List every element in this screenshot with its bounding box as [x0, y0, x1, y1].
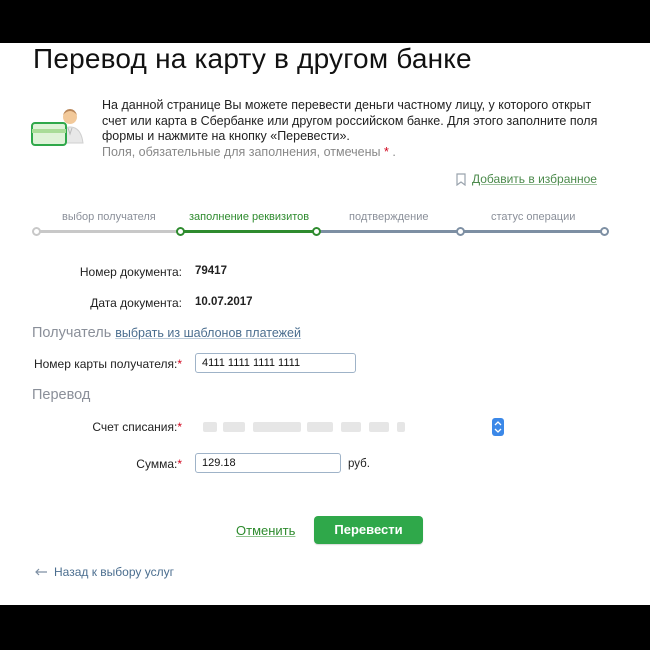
submit-button[interactable]: Перевести — [314, 516, 423, 544]
back-link[interactable]: Назад к выбору услуг — [34, 565, 174, 579]
document-number-value: 79417 — [195, 265, 227, 277]
required-note-text: Поля, обязательные для заполнения, отмеч… — [102, 144, 381, 159]
amount-label-text: Сумма: — [136, 457, 178, 471]
step-label-status: статус операции — [491, 211, 576, 223]
step-label-fill-details: заполнение реквизитов — [189, 211, 310, 223]
masked-segment — [397, 422, 405, 432]
step-dot-5 — [600, 227, 609, 236]
account-row: Счет списания:* — [0, 417, 650, 439]
account-select[interactable] — [195, 418, 504, 436]
document-date-label: Дата документа: — [90, 296, 182, 310]
masked-segment — [369, 422, 389, 432]
transfer-section-title: Перевод — [32, 387, 91, 403]
user-card-icon — [30, 107, 92, 151]
required-note: Поля, обязательные для заполнения, отмеч… — [102, 145, 396, 159]
step-dot-2 — [176, 227, 185, 236]
required-mark: * — [177, 357, 182, 371]
intro-description: На данной странице Вы можете перевести д… — [102, 98, 598, 143]
masked-segment — [307, 422, 333, 432]
amount-input[interactable]: 129.18 — [195, 453, 341, 473]
account-label-text: Счет списания: — [92, 420, 178, 434]
step-dot-4 — [456, 227, 465, 236]
masked-segment — [223, 422, 245, 432]
step-line-done — [36, 230, 180, 233]
document-number-label: Номер документа: — [79, 265, 182, 279]
document-number-row: Номер документа: 79417 — [0, 265, 650, 281]
cancel-link[interactable]: Отменить — [236, 523, 295, 538]
card-number-row: Номер карты получателя:* 4111 1111 1111 … — [0, 353, 650, 375]
card-number-label-text: Номер карты получателя: — [33, 357, 178, 371]
progress-steps: выбор получателя заполнение реквизитов п… — [32, 211, 609, 241]
intro-text: На данной странице Вы можете перевести д… — [102, 98, 612, 160]
arrow-left-icon — [35, 568, 47, 576]
templates-link[interactable]: выбрать из шаблонов платежей — [115, 326, 301, 340]
transfer-page: Перевод на карту в другом банке На данно… — [0, 43, 650, 605]
masked-segment — [253, 422, 301, 432]
required-dot: . — [392, 144, 396, 159]
step-line-active — [180, 230, 316, 233]
masked-segment — [341, 422, 361, 432]
card-number-input[interactable]: 4111 1111 1111 1111 — [195, 353, 356, 373]
required-mark: * — [177, 420, 182, 434]
favorite-label: Добавить в избранное — [472, 172, 597, 186]
amount-label: Сумма:* — [136, 457, 182, 471]
required-mark: * — [177, 457, 182, 471]
recipient-section: Получатель выбрать из шаблонов платежей — [32, 325, 301, 341]
document-date-row: Дата документа: 10.07.2017 — [0, 296, 650, 312]
account-label: Счет списания:* — [92, 420, 182, 434]
currency-label: руб. — [348, 458, 370, 470]
masked-segment — [203, 422, 217, 432]
card-number-label: Номер карты получателя:* — [34, 357, 182, 371]
step-dot-1 — [32, 227, 41, 236]
amount-row: Сумма:* 129.18 руб. — [0, 453, 650, 475]
recipient-section-title: Получатель — [32, 325, 112, 341]
required-star: * — [384, 144, 389, 159]
document-date-value: 10.07.2017 — [195, 296, 253, 308]
page-title: Перевод на карту в другом банке — [33, 43, 472, 74]
add-to-favorites[interactable]: Добавить в избранное — [456, 172, 597, 186]
step-dot-3 — [312, 227, 321, 236]
step-label-select-recipient: выбор получателя — [62, 211, 156, 223]
back-label: Назад к выбору услуг — [54, 565, 174, 579]
step-label-confirm: подтверждение — [349, 211, 429, 223]
chevron-updown-icon — [492, 418, 504, 436]
bookmark-icon — [456, 172, 466, 186]
